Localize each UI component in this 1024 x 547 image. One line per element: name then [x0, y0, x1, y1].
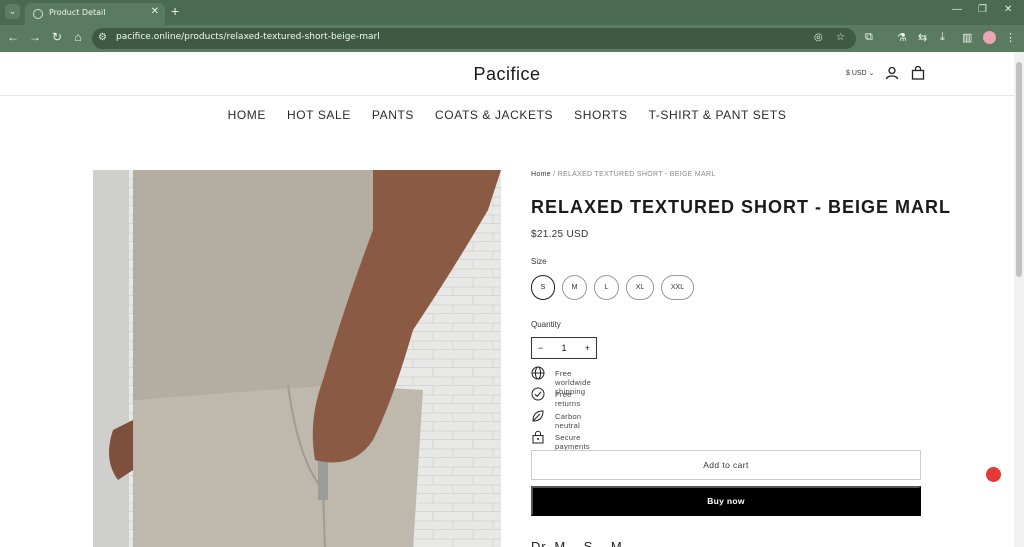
restore-icon[interactable]: ❐	[978, 4, 987, 15]
tab-search-icon[interactable]: ⌄	[5, 4, 20, 19]
size-options: S M L XL XXL	[531, 275, 694, 300]
buy-now-button[interactable]: Buy now	[531, 486, 921, 516]
tab-title: Product Detail	[49, 8, 106, 17]
feature-text: Free returns	[555, 390, 581, 409]
size-option-s[interactable]: S	[531, 275, 555, 300]
menu-item-shorts[interactable]: SHORTS	[574, 108, 627, 122]
menu-item-coats-jackets[interactable]: COATS & JACKETS	[435, 108, 553, 122]
size-option-m[interactable]: M	[562, 275, 587, 300]
feature-text: Secure payments	[555, 432, 590, 451]
quantity-increase-button[interactable]: +	[585, 343, 590, 353]
tab-close-icon[interactable]: ✕	[151, 6, 159, 17]
product-image[interactable]	[93, 170, 501, 547]
product-title: RELAXED TEXTURED SHORT - BEIGE MARL	[531, 197, 952, 217]
eye-off-icon[interactable]: ◎	[814, 32, 823, 43]
quantity-stepper: − 1 +	[531, 337, 597, 359]
quantity-value[interactable]: 1	[561, 343, 566, 353]
lock-icon	[532, 430, 544, 444]
browser-tab-bar: ⌄ Product Detail ✕ + — ❐ ✕	[0, 0, 1024, 25]
url-bar[interactable]: ⚙ pacifice.online/products/relaxed-textu…	[92, 28, 856, 49]
labs-icon[interactable]: ⚗	[897, 31, 907, 44]
check-circle-icon	[531, 387, 545, 401]
quantity-decrease-button[interactable]: −	[538, 343, 543, 353]
url-text[interactable]: pacifice.online/products/relaxed-texture…	[116, 32, 380, 42]
menu-item-hot-sale[interactable]: HOT SALE	[287, 108, 351, 122]
site-info-icon[interactable]: ⚙	[98, 32, 107, 43]
home-icon[interactable]: ⌂	[71, 30, 85, 44]
window-close-icon[interactable]: ✕	[1004, 4, 1012, 15]
browser-menu-icon[interactable]: ⋮	[1005, 31, 1016, 44]
header-divider	[0, 95, 1014, 96]
globe-icon	[531, 366, 545, 380]
back-icon[interactable]: ←	[6, 30, 20, 44]
tab-favicon-icon	[33, 9, 43, 19]
menu-item-home[interactable]: HOME	[228, 108, 266, 122]
breadcrumb-home[interactable]: Home	[531, 171, 551, 178]
extensions-icon[interactable]: ⧉	[865, 31, 873, 44]
bookmark-star-icon[interactable]: ☆	[836, 32, 845, 43]
minimize-icon[interactable]: —	[952, 4, 962, 15]
size-label: Size	[531, 257, 547, 266]
feature-text: Carbon neutral	[555, 411, 582, 430]
menu-item-tshirt-pant-sets[interactable]: T-SHIRT & PANT SETS	[649, 108, 787, 122]
forward-icon[interactable]: →	[28, 30, 42, 44]
main-menu: HOME HOT SALE PANTS COATS & JACKETS SHOR…	[0, 108, 1014, 122]
sidebar-icon[interactable]: ▥	[962, 31, 972, 44]
add-to-cart-button[interactable]: Add to cart	[531, 450, 921, 480]
browser-tab[interactable]: Product Detail ✕	[25, 3, 165, 25]
size-option-xl[interactable]: XL	[626, 275, 654, 300]
product-photo	[93, 170, 501, 547]
bag-icon[interactable]	[911, 66, 925, 80]
translate-icon[interactable]: ⇆	[918, 31, 927, 44]
currency-label: $ USD	[846, 70, 867, 77]
menu-item-pants[interactable]: PANTS	[372, 108, 414, 122]
user-icon[interactable]	[885, 66, 899, 80]
quantity-label: Quantity	[531, 320, 561, 329]
product-price: $21.25 USD	[531, 229, 589, 240]
leaf-icon	[532, 410, 544, 422]
breadcrumb-current: RELAXED TEXTURED SHORT - BEIGE MARL	[557, 171, 716, 178]
reload-icon[interactable]: ↻	[50, 30, 64, 44]
scrollbar-thumb[interactable]	[1016, 62, 1022, 277]
next-section-heading-partial: Dr. M... S... M...	[531, 539, 636, 547]
download-icon[interactable]: ⤓	[940, 31, 945, 44]
page-scrollbar[interactable]	[1014, 52, 1024, 547]
breadcrumb: Home / RELAXED TEXTURED SHORT - BEIGE MA…	[531, 171, 716, 178]
size-option-l[interactable]: L	[594, 275, 619, 300]
store-page: Pacifice $ USD ⌄ HOME HOT SALE PANTS COA…	[0, 52, 1014, 547]
size-option-xxl[interactable]: XXL	[661, 275, 694, 300]
chat-widget-button[interactable]	[986, 467, 1001, 482]
profile-avatar[interactable]	[983, 31, 996, 44]
new-tab-icon[interactable]: +	[171, 3, 179, 19]
currency-selector[interactable]: $ USD ⌄	[846, 69, 874, 77]
address-bar-row: ← → ↻ ⌂ ⚙ pacifice.online/products/relax…	[0, 25, 1024, 52]
